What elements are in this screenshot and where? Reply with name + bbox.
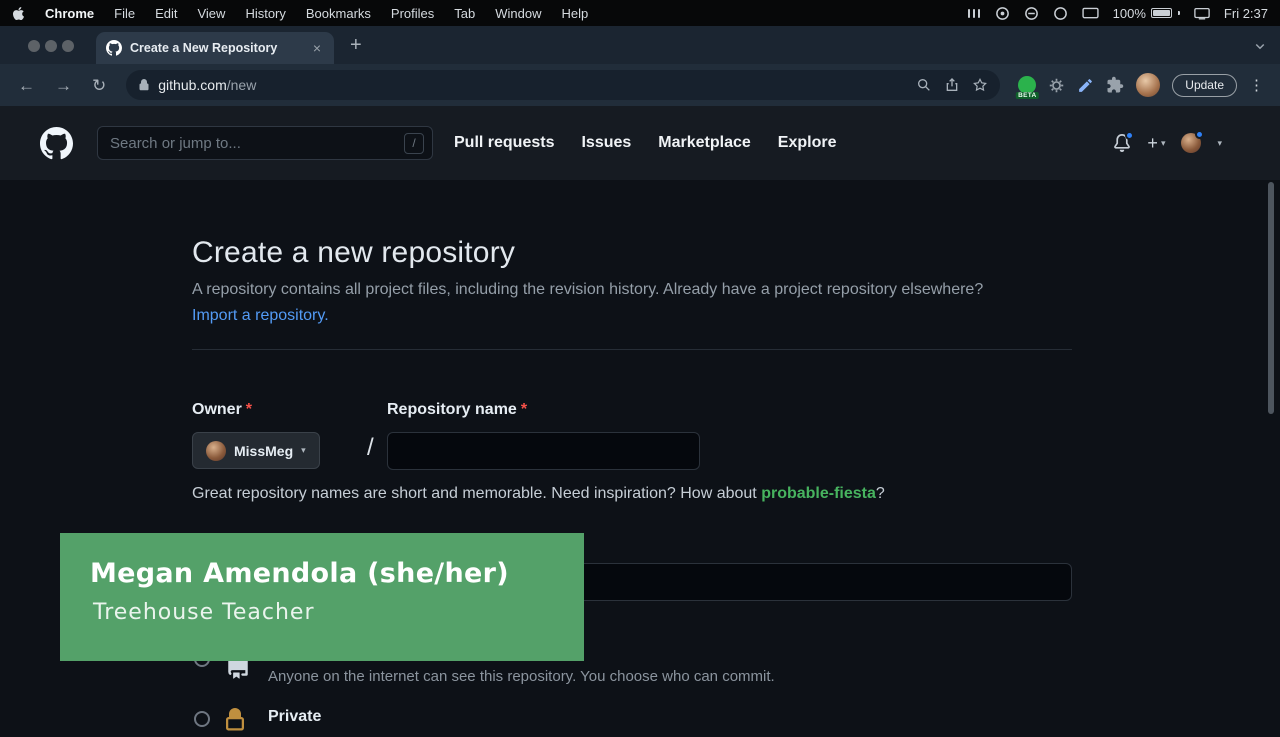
github-search-input[interactable] bbox=[110, 135, 396, 152]
new-tab-button[interactable]: + bbox=[346, 32, 366, 58]
owner-label: Owner* bbox=[192, 401, 252, 419]
presenter-name-card: Megan Amendola (she/her) Treehouse Teach… bbox=[60, 533, 584, 661]
chrome-profile-avatar[interactable] bbox=[1136, 73, 1160, 97]
macos-menubar: Chrome File Edit View History Bookmarks … bbox=[0, 0, 1280, 26]
reload-button[interactable]: ↻ bbox=[86, 77, 112, 94]
back-button[interactable]: ← bbox=[12, 77, 41, 94]
divider bbox=[192, 349, 1072, 350]
presenter-name: Megan Amendola (she/her) bbox=[90, 558, 509, 589]
chevron-down-icon: ▾ bbox=[1161, 138, 1166, 149]
menubar-battery: 100% bbox=[1113, 6, 1180, 21]
private-label: Private bbox=[268, 708, 321, 726]
github-logo-icon[interactable] bbox=[40, 127, 73, 160]
extension-pen-icon[interactable] bbox=[1077, 77, 1094, 94]
menubar-item-file[interactable]: File bbox=[114, 6, 135, 21]
repository-name-label: Repository name* bbox=[387, 401, 527, 419]
extension-gear-icon[interactable] bbox=[1048, 77, 1065, 94]
page-intro: A repository contains all project files,… bbox=[192, 277, 1014, 329]
notification-dot bbox=[1125, 131, 1134, 140]
tab-search-chevron-icon[interactable] bbox=[1254, 39, 1266, 57]
menubar-record-icon[interactable] bbox=[995, 6, 1010, 21]
browser-menu-icon[interactable]: ⋮ bbox=[1245, 76, 1268, 94]
traffic-light-zoom[interactable] bbox=[62, 40, 74, 52]
owner-caret-icon: ▾ bbox=[301, 445, 306, 456]
github-favicon-icon bbox=[106, 40, 122, 56]
battery-percent: 100% bbox=[1113, 6, 1146, 21]
browser-tab[interactable]: Create a New Repository × bbox=[96, 32, 334, 64]
owner-select-button[interactable]: MissMeg ▾ bbox=[192, 432, 320, 469]
beta-badge: BETA bbox=[1016, 92, 1038, 99]
traffic-light-close[interactable] bbox=[28, 40, 40, 52]
menubar-item-tab[interactable]: Tab bbox=[454, 6, 475, 21]
menubar-item-edit[interactable]: Edit bbox=[155, 6, 177, 21]
forward-button[interactable]: → bbox=[49, 77, 78, 94]
zoom-icon[interactable] bbox=[916, 77, 932, 93]
extensions-puzzle-icon[interactable] bbox=[1106, 76, 1124, 94]
private-lock-icon bbox=[223, 708, 247, 737]
required-asterisk: * bbox=[246, 401, 252, 418]
github-search[interactable]: / bbox=[97, 126, 433, 160]
browser-tabstrip: Create a New Repository × + bbox=[0, 26, 1280, 64]
update-button[interactable]: Update bbox=[1172, 74, 1237, 97]
url-path: /new bbox=[227, 77, 257, 93]
url-text: github.com/new bbox=[158, 77, 256, 93]
nav-explore[interactable]: Explore bbox=[778, 134, 837, 152]
traffic-light-minimize[interactable] bbox=[45, 40, 57, 52]
private-radio[interactable] bbox=[194, 711, 210, 727]
create-new-menu[interactable]: + ▾ bbox=[1147, 133, 1165, 154]
intro-text: A repository contains all project files,… bbox=[192, 281, 983, 298]
avatar-notification-dot bbox=[1195, 130, 1204, 139]
bookmark-star-icon[interactable] bbox=[972, 77, 988, 93]
nav-marketplace[interactable]: Marketplace bbox=[658, 134, 751, 152]
owner-name: MissMeg bbox=[234, 443, 293, 459]
screen: Chrome File Edit View History Bookmarks … bbox=[0, 0, 1280, 720]
suggested-repo-name[interactable]: probable-fiesta bbox=[761, 485, 876, 502]
profile-chevron-down-icon[interactable]: ▾ bbox=[1217, 138, 1222, 149]
apple-menu-icon[interactable] bbox=[12, 6, 25, 21]
profile-menu[interactable] bbox=[1181, 133, 1201, 153]
menubar-item-chrome[interactable]: Chrome bbox=[45, 6, 94, 21]
battery-icon bbox=[1151, 8, 1172, 18]
menubar-item-help[interactable]: Help bbox=[562, 6, 589, 21]
menubar-mirroring-icon[interactable] bbox=[1194, 7, 1210, 20]
share-icon[interactable] bbox=[944, 77, 960, 93]
repository-name-input[interactable] bbox=[387, 432, 700, 470]
tab-close-icon[interactable]: × bbox=[310, 39, 324, 57]
menubar-display-icon[interactable] bbox=[1082, 7, 1099, 20]
extension-beta-icon[interactable]: BETA bbox=[1018, 76, 1036, 94]
nav-pull-requests[interactable]: Pull requests bbox=[454, 134, 554, 152]
menubar-item-view[interactable]: View bbox=[197, 6, 225, 21]
notifications-bell-icon[interactable] bbox=[1113, 134, 1131, 152]
page-scrollbar[interactable] bbox=[1268, 182, 1274, 414]
plus-icon: + bbox=[1147, 133, 1158, 154]
page-body: Create a new repository A repository con… bbox=[0, 180, 1280, 720]
nav-issues[interactable]: Issues bbox=[581, 134, 631, 152]
browser-toolbar: ← → ↻ github.com/new BE bbox=[0, 64, 1280, 106]
owner-avatar bbox=[206, 441, 226, 461]
page-title: Create a new repository bbox=[192, 236, 515, 270]
menubar-circle-icon[interactable] bbox=[1053, 6, 1068, 21]
repo-name-hint: Great repository names are short and mem… bbox=[192, 485, 1072, 503]
menubar-item-window[interactable]: Window bbox=[495, 6, 541, 21]
github-nav: Pull requests Issues Marketplace Explore bbox=[454, 134, 836, 152]
menubar-bars-icon[interactable] bbox=[967, 7, 981, 20]
menubar-status-circle-icon[interactable] bbox=[1024, 6, 1039, 21]
menubar-item-history[interactable]: History bbox=[245, 6, 285, 21]
site-lock-icon[interactable] bbox=[138, 79, 150, 91]
presenter-role: Treehouse Teacher bbox=[93, 600, 315, 625]
menubar-clock[interactable]: Fri 2:37 bbox=[1224, 6, 1268, 21]
public-description: Anyone on the internet can see this repo… bbox=[268, 668, 908, 685]
github-header: / Pull requests Issues Marketplace Explo… bbox=[0, 106, 1280, 180]
required-asterisk: * bbox=[521, 401, 527, 418]
url-domain: github.com bbox=[158, 77, 226, 93]
address-bar[interactable]: github.com/new bbox=[126, 70, 1000, 100]
menubar-item-bookmarks[interactable]: Bookmarks bbox=[306, 6, 371, 21]
tab-title: Create a New Repository bbox=[130, 41, 302, 55]
search-shortcut-key: / bbox=[404, 133, 424, 154]
menubar-item-profiles[interactable]: Profiles bbox=[391, 6, 434, 21]
owner-repo-separator: / bbox=[367, 434, 374, 462]
import-repository-link[interactable]: Import a repository. bbox=[192, 307, 329, 324]
